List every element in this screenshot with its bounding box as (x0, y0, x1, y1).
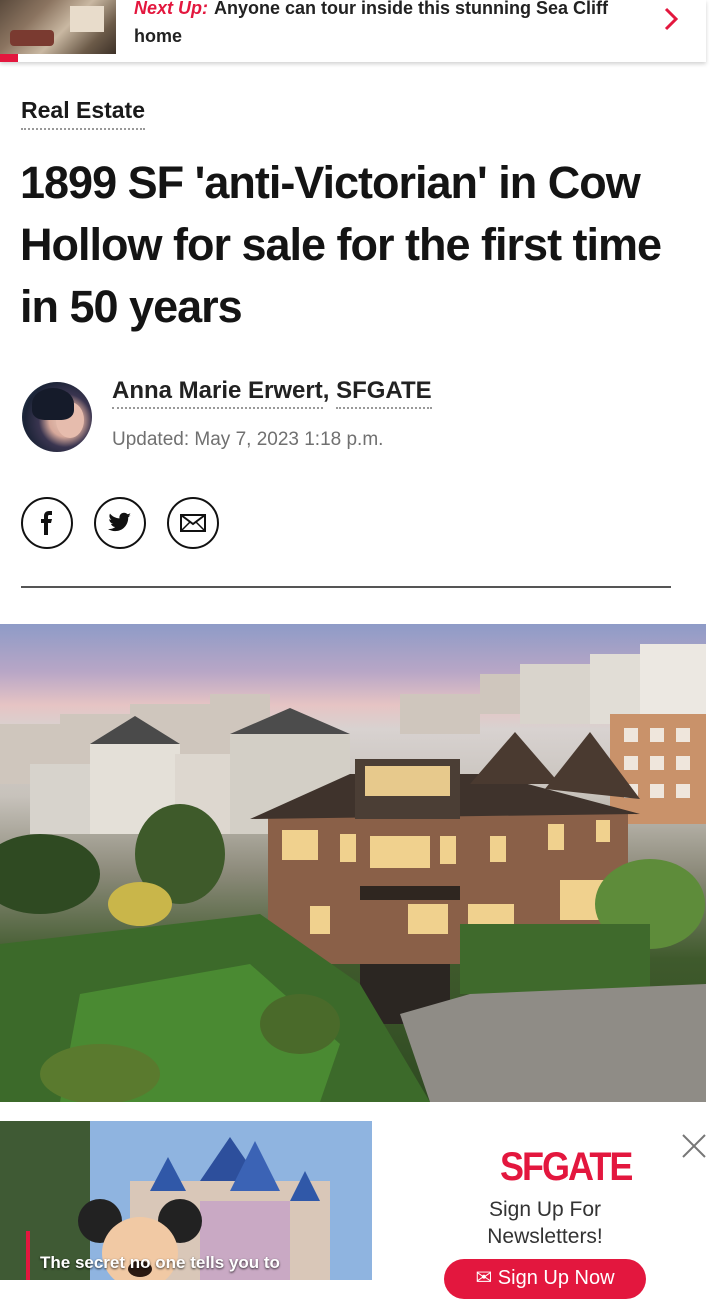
house-photo-illustration (0, 644, 706, 1102)
twitter-share-button[interactable] (94, 497, 146, 549)
facebook-share-button[interactable] (21, 497, 73, 549)
email-icon (180, 514, 206, 532)
hero-image[interactable] (0, 624, 706, 1102)
sign-up-label: Sign Up Now (497, 1267, 615, 1289)
chevron-right-icon[interactable] (658, 6, 684, 32)
sign-up-button[interactable]: ✉ Sign Up Now (444, 1259, 646, 1299)
sfgate-logo: SFGATE (500, 1143, 633, 1189)
next-up-text[interactable]: Next Up: Anyone can tour inside this stun… (134, 0, 634, 50)
header-divider (21, 586, 671, 588)
next-up-progress (0, 54, 18, 62)
author-avatar[interactable] (22, 382, 92, 452)
close-icon[interactable] (680, 1132, 708, 1160)
email-share-button[interactable] (167, 497, 219, 549)
byline: Anna Marie Erwert, SFGATE (112, 377, 432, 409)
newsletter-tagline: Sign Up For Newsletters! (487, 1198, 603, 1248)
mail-icon: ✉ (475, 1267, 493, 1289)
twitter-icon (108, 512, 131, 532)
article-headline: 1899 SF 'anti-Victorian' in Cow Hollow f… (20, 157, 662, 332)
ad-video-caption: The secret no one tells you to (40, 1253, 280, 1272)
updated-timestamp: Updated: May 7, 2023 1:18 p.m. (112, 429, 384, 450)
byline-separator: , (322, 377, 330, 404)
author-link[interactable]: Anna Marie Erwert (112, 377, 323, 409)
facebook-icon (41, 511, 52, 535)
outlet-link[interactable]: SFGATE (336, 377, 432, 409)
next-up-bar[interactable]: Next Up: Anyone can tour inside this stun… (0, 0, 706, 62)
next-up-thumbnail[interactable] (0, 0, 116, 54)
category-link[interactable]: Real Estate (21, 97, 146, 130)
next-up-label: Next Up: (134, 0, 209, 18)
